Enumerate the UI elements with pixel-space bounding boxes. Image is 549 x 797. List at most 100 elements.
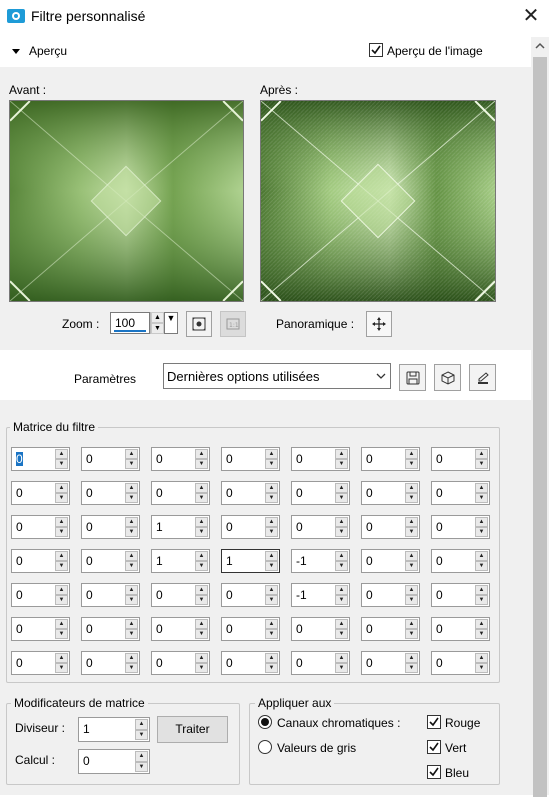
spin-down-icon[interactable]: ▼: [55, 595, 68, 605]
channels-radio[interactable]: [258, 715, 272, 729]
spin-down-icon[interactable]: ▼: [265, 663, 278, 673]
spin-down-icon[interactable]: ▼: [55, 561, 68, 571]
matrix-cell[interactable]: 0 ▲ ▼: [81, 651, 140, 675]
zoom-stepper[interactable]: ▲ ▼: [150, 312, 164, 334]
spin-up-icon[interactable]: ▲: [475, 653, 488, 663]
spin-up-icon[interactable]: ▲: [335, 517, 348, 527]
spin-down-icon[interactable]: ▼: [335, 527, 348, 537]
matrix-cell[interactable]: 0 ▲ ▼: [151, 651, 210, 675]
matrix-cell[interactable]: 0 ▲ ▼: [431, 481, 490, 505]
save-preset-button[interactable]: [399, 364, 426, 391]
spin-up-icon[interactable]: ▲: [335, 449, 348, 459]
spin-up-icon[interactable]: ▲: [195, 483, 208, 493]
spin-down-icon[interactable]: ▼: [125, 629, 138, 639]
spin-down-icon[interactable]: ▼: [405, 493, 418, 503]
calc-down-icon[interactable]: ▼: [135, 761, 148, 772]
matrix-cell[interactable]: 0 ▲ ▼: [81, 481, 140, 505]
matrix-cell[interactable]: 0 ▲ ▼: [361, 481, 420, 505]
spin-down-icon[interactable]: ▼: [335, 493, 348, 503]
spin-up-icon[interactable]: ▲: [265, 517, 278, 527]
pan-button[interactable]: [366, 311, 392, 337]
matrix-cell[interactable]: 0 ▲ ▼: [11, 447, 70, 471]
spin-down-icon[interactable]: ▼: [265, 493, 278, 503]
calc-input[interactable]: 0 ▲ ▼: [78, 749, 150, 774]
spin-up-icon[interactable]: ▲: [55, 449, 68, 459]
scroll-up-icon[interactable]: [531, 37, 549, 55]
divisor-input[interactable]: 1 ▲ ▼: [78, 717, 150, 742]
matrix-cell[interactable]: 0 ▲ ▼: [221, 447, 280, 471]
matrix-cell[interactable]: 0 ▲ ▼: [361, 651, 420, 675]
matrix-cell[interactable]: 0 ▲ ▼: [431, 583, 490, 607]
spin-down-icon[interactable]: ▼: [335, 561, 348, 571]
zoom-fit-button[interactable]: [186, 311, 212, 337]
matrix-cell[interactable]: 0 ▲ ▼: [291, 651, 350, 675]
spin-down-icon[interactable]: ▼: [55, 459, 68, 469]
spin-up-icon[interactable]: ▲: [405, 483, 418, 493]
spin-up-icon[interactable]: ▲: [405, 517, 418, 527]
spin-down-icon[interactable]: ▼: [405, 459, 418, 469]
spin-up-icon[interactable]: ▲: [265, 619, 278, 629]
spin-down-icon[interactable]: ▼: [195, 527, 208, 537]
spin-down-icon[interactable]: ▼: [405, 595, 418, 605]
spin-down-icon[interactable]: ▼: [125, 527, 138, 537]
matrix-cell[interactable]: 0 ▲ ▼: [431, 549, 490, 573]
spin-down-icon[interactable]: ▼: [125, 459, 138, 469]
scrollbar-thumb[interactable]: [533, 57, 547, 797]
spin-down-icon[interactable]: ▼: [195, 561, 208, 571]
spin-down-icon[interactable]: ▼: [335, 595, 348, 605]
spin-down-icon[interactable]: ▼: [195, 629, 208, 639]
spin-down-icon[interactable]: ▼: [475, 561, 488, 571]
spin-down-icon[interactable]: ▼: [265, 527, 278, 537]
spin-down-icon[interactable]: ▼: [405, 527, 418, 537]
spin-down-icon[interactable]: ▼: [195, 595, 208, 605]
matrix-cell[interactable]: 0 ▲ ▼: [11, 515, 70, 539]
chevron-down-icon[interactable]: [372, 364, 390, 388]
matrix-cell[interactable]: 0 ▲ ▼: [361, 583, 420, 607]
spin-down-icon[interactable]: ▼: [265, 629, 278, 639]
spin-down-icon[interactable]: ▼: [475, 663, 488, 673]
matrix-cell[interactable]: 0 ▲ ▼: [81, 549, 140, 573]
spin-down-icon[interactable]: ▼: [335, 663, 348, 673]
spin-up-icon[interactable]: ▲: [405, 619, 418, 629]
spin-up-icon[interactable]: ▲: [265, 551, 278, 561]
matrix-cell[interactable]: 0 ▲ ▼: [221, 481, 280, 505]
matrix-cell[interactable]: 0 ▲ ▼: [11, 549, 70, 573]
spin-down-icon[interactable]: ▼: [55, 629, 68, 639]
spin-up-icon[interactable]: ▲: [475, 585, 488, 595]
matrix-cell[interactable]: 1 ▲ ▼: [151, 515, 210, 539]
spin-up-icon[interactable]: ▲: [195, 653, 208, 663]
spin-down-icon[interactable]: ▼: [405, 561, 418, 571]
matrix-cell[interactable]: 0 ▲ ▼: [291, 617, 350, 641]
matrix-cell[interactable]: 0 ▲ ▼: [221, 617, 280, 641]
spin-up-icon[interactable]: ▲: [475, 619, 488, 629]
matrix-cell[interactable]: 0 ▲ ▼: [431, 447, 490, 471]
calc-up-icon[interactable]: ▲: [135, 751, 148, 762]
vertical-scrollbar[interactable]: [531, 37, 549, 797]
matrix-cell[interactable]: 0 ▲ ▼: [221, 651, 280, 675]
spin-down-icon[interactable]: ▼: [195, 663, 208, 673]
matrix-cell[interactable]: 0 ▲ ▼: [221, 515, 280, 539]
spin-up-icon[interactable]: ▲: [125, 619, 138, 629]
matrix-cell[interactable]: 0 ▲ ▼: [221, 583, 280, 607]
matrix-cell[interactable]: 0 ▲ ▼: [431, 617, 490, 641]
spin-down-icon[interactable]: ▼: [125, 561, 138, 571]
spin-up-icon[interactable]: ▲: [335, 551, 348, 561]
matrix-cell[interactable]: 0 ▲ ▼: [361, 515, 420, 539]
matrix-cell[interactable]: 0 ▲ ▼: [151, 617, 210, 641]
spin-up-icon[interactable]: ▲: [55, 483, 68, 493]
matrix-cell[interactable]: -1 ▲ ▼: [291, 549, 350, 573]
options-button[interactable]: [469, 364, 496, 391]
matrix-cell[interactable]: 1 ▲ ▼: [151, 549, 210, 573]
spin-down-icon[interactable]: ▼: [55, 493, 68, 503]
zoom-100-button[interactable]: 1:1: [220, 311, 246, 337]
spin-down-icon[interactable]: ▼: [195, 459, 208, 469]
close-icon[interactable]: ✕: [520, 6, 542, 28]
zoom-down-icon[interactable]: ▼: [151, 323, 164, 334]
spin-up-icon[interactable]: ▲: [125, 653, 138, 663]
spin-down-icon[interactable]: ▼: [405, 629, 418, 639]
spin-up-icon[interactable]: ▲: [335, 483, 348, 493]
spin-up-icon[interactable]: ▲: [125, 449, 138, 459]
spin-up-icon[interactable]: ▲: [55, 585, 68, 595]
presets-dropdown[interactable]: Dernières options utilisées: [163, 363, 391, 389]
spin-up-icon[interactable]: ▲: [335, 653, 348, 663]
